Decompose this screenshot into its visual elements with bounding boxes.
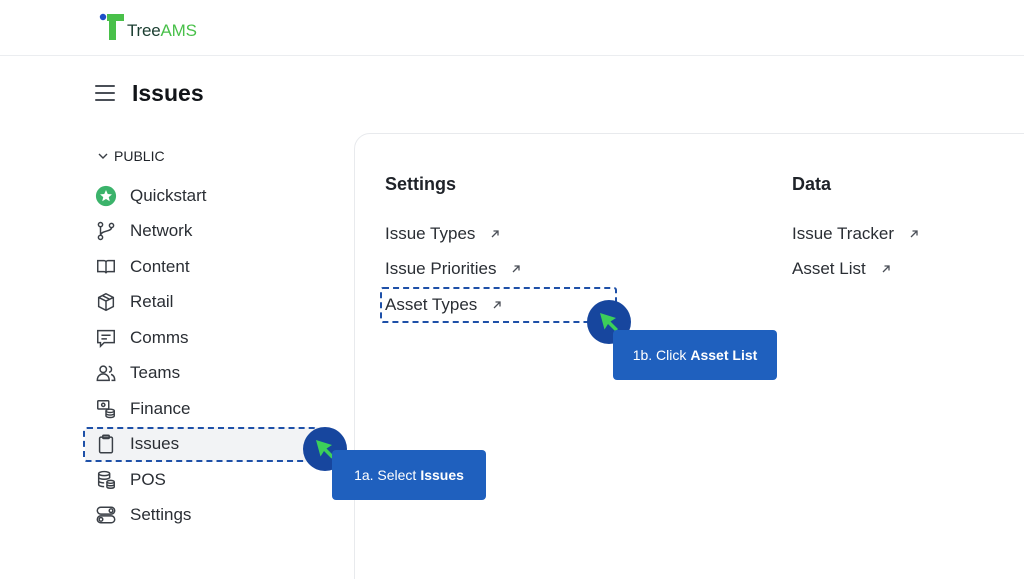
sidebar-item-teams[interactable]: Teams xyxy=(85,356,325,392)
sidebar-item-label: Comms xyxy=(130,327,189,347)
data-column: Data Issue Tracker Asset List xyxy=(792,174,920,287)
sidebar-item-label: Retail xyxy=(130,292,174,312)
section-label: PUBLIC xyxy=(114,148,165,164)
message-icon xyxy=(94,326,118,350)
annotation-step-b: 1b. Click Asset List xyxy=(613,330,777,380)
sidebar-item-label: Content xyxy=(130,256,190,276)
sidebar-item-content[interactable]: Content xyxy=(85,249,325,285)
brand-name-part2: AMS xyxy=(160,21,197,40)
sidebar-item-label: Network xyxy=(130,221,193,241)
sidebar-item-retail[interactable]: Retail xyxy=(85,285,325,321)
tree-ams-logo-icon xyxy=(99,13,124,40)
annotation-bold: Issues xyxy=(420,467,464,483)
sidebar-item-label: Quickstart xyxy=(130,185,207,205)
sidebar-item-label: POS xyxy=(130,469,166,489)
sidebar: PUBLIC Quickstart Network Content Retail… xyxy=(83,144,325,534)
sidebar-item-finance[interactable]: Finance xyxy=(85,391,325,427)
link-label: Issue Types xyxy=(385,223,476,243)
sidebar-item-settings[interactable]: Settings xyxy=(85,498,325,534)
annotation-step-a: 1a. Select Issues xyxy=(332,450,486,500)
page-title: Issues xyxy=(132,79,204,106)
section-toggle-public[interactable]: PUBLIC xyxy=(97,144,325,168)
sidebar-item-comms[interactable]: Comms xyxy=(85,320,325,356)
link-asset-types[interactable]: Asset Types xyxy=(379,287,618,323)
link-label: Asset Types xyxy=(385,294,478,314)
toggles-icon xyxy=(94,503,118,527)
sidebar-item-label: Teams xyxy=(130,363,181,383)
link-label: Asset List xyxy=(792,259,866,279)
sidebar-item-label: Issues xyxy=(130,434,180,454)
brand-name: TreeAMS xyxy=(127,21,197,41)
annotation-prefix: 1b. Click xyxy=(632,347,687,363)
settings-heading: Settings xyxy=(385,174,457,194)
link-issue-types[interactable]: Issue Types xyxy=(385,216,522,252)
page-header: Issues xyxy=(95,76,204,110)
finance-icon xyxy=(94,397,118,421)
external-arrow-icon xyxy=(910,230,918,238)
sidebar-item-network[interactable]: Network xyxy=(85,214,325,250)
hamburger-icon[interactable] xyxy=(95,84,115,102)
sidebar-nav: Quickstart Network Content Retail Comms … xyxy=(83,178,325,534)
external-arrow-icon xyxy=(493,301,501,309)
sidebar-item-quickstart[interactable]: Quickstart xyxy=(85,178,325,214)
star-icon xyxy=(94,184,118,208)
annotation-prefix: 1a. Select xyxy=(354,467,417,483)
external-arrow-icon xyxy=(491,230,500,238)
sidebar-item-pos[interactable]: POS xyxy=(85,462,325,498)
sidebar-item-issues[interactable]: Issues xyxy=(83,426,325,462)
link-asset-list[interactable]: Asset List xyxy=(792,252,920,288)
link-issue-tracker[interactable]: Issue Tracker xyxy=(792,216,920,252)
top-bar: TreeAMS xyxy=(0,0,1024,56)
link-label: Issue Tracker xyxy=(792,223,895,243)
sidebar-item-label: Settings xyxy=(130,505,192,525)
brand-name-part1: Tree xyxy=(127,21,161,40)
annotation-bold: Asset List xyxy=(690,347,758,363)
link-issue-priorities[interactable]: Issue Priorities xyxy=(385,252,522,288)
data-heading: Data xyxy=(792,174,832,194)
external-arrow-icon xyxy=(882,265,890,273)
chevron-down-icon xyxy=(98,153,108,159)
users-icon xyxy=(94,361,118,385)
external-arrow-icon xyxy=(513,265,521,273)
box-icon xyxy=(94,290,118,314)
book-icon xyxy=(94,255,118,279)
clipboard-icon xyxy=(94,432,118,456)
database-icon xyxy=(94,468,118,492)
sidebar-item-label: Finance xyxy=(130,398,191,418)
link-label: Issue Priorities xyxy=(385,259,497,279)
brand-logo[interactable]: TreeAMS xyxy=(99,11,197,43)
git-branch-icon xyxy=(94,219,118,243)
settings-column: Settings Issue Types Issue Priorities As… xyxy=(379,174,618,323)
